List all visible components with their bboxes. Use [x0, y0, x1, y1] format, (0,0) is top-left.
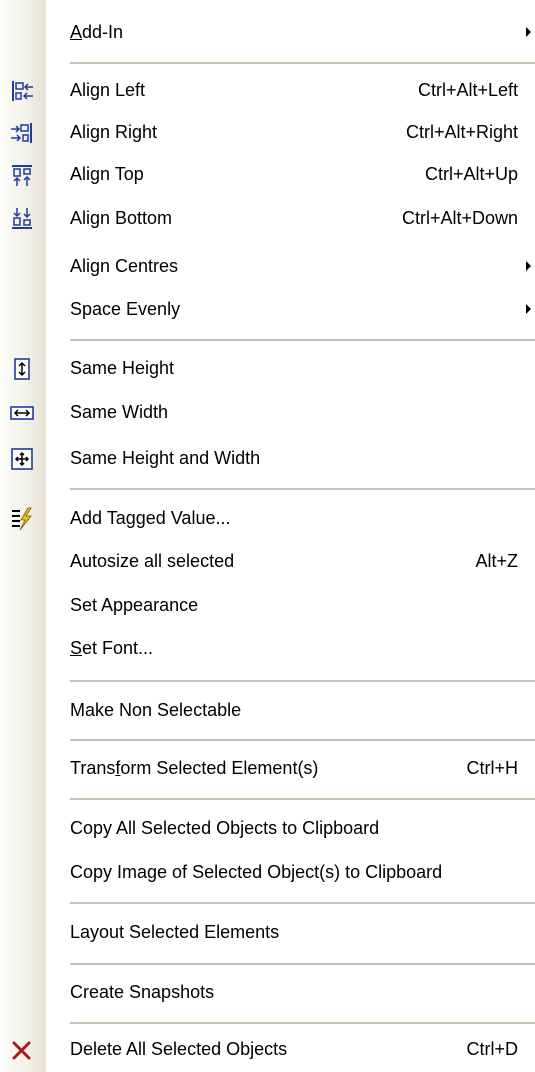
- menu-item-align-centres[interactable]: Align Centres: [0, 243, 535, 289]
- align-left-icon: [9, 78, 35, 104]
- menu-separator: [0, 1022, 535, 1024]
- menu-item-shortcut: Ctrl+Alt+Down: [401, 208, 518, 228]
- menu-item-shortcut: Ctrl+H: [466, 758, 518, 778]
- menu-item-add-in[interactable]: Add-In: [0, 9, 535, 55]
- menu-item-shortcut: Ctrl+Alt+Right: [405, 122, 518, 142]
- menu-item-label: Copy All Selected Objects to Clipboard: [70, 818, 380, 838]
- menu-item-align-bottom[interactable]: Align Bottom Ctrl+Alt+Down: [0, 195, 535, 241]
- align-right-icon: [9, 120, 35, 146]
- menu-separator: [0, 739, 535, 741]
- mnemonic-letter: S: [70, 638, 83, 658]
- menu-item-label: Align Centres: [70, 256, 179, 276]
- delete-x-icon: [9, 1037, 35, 1063]
- menu-item-set-appearance[interactable]: Set Appearance: [0, 582, 535, 628]
- menu-separator: [0, 902, 535, 904]
- menu-item-label: Set Font...: [70, 638, 154, 658]
- menu-item-label: Layout Selected Elements: [70, 922, 280, 942]
- menu-item-same-width[interactable]: Same Width: [0, 389, 535, 435]
- menu-separator: [0, 339, 535, 341]
- menu-separator: [0, 798, 535, 800]
- menu-item-shortcut: Alt+Z: [475, 551, 518, 571]
- menu-item-shortcut: Ctrl+Alt+Left: [417, 80, 518, 100]
- same-height-and-width-icon: [9, 446, 35, 472]
- menu-separator: [0, 488, 535, 490]
- submenu-arrow-icon: [526, 27, 531, 37]
- align-bottom-icon: [9, 206, 35, 232]
- menu-item-copy-image-of-selected-objects[interactable]: Copy Image of Selected Object(s) to Clip…: [0, 849, 535, 895]
- menu-item-label: Add Tagged Value...: [70, 508, 231, 528]
- diagram-context-menu: Add-In Align Left Ctrl+Alt+Left Align Ri…: [0, 0, 535, 1072]
- submenu-arrow-icon: [526, 261, 531, 271]
- tagged-value-icon: [9, 506, 35, 532]
- menu-item-label: Align Right: [70, 122, 158, 142]
- menu-item-label: Space Evenly: [70, 299, 181, 319]
- menu-item-label: Align Top: [70, 164, 144, 184]
- menu-item-label: Create Snapshots: [70, 982, 215, 1002]
- menu-item-label: Align Left: [70, 80, 146, 100]
- menu-item-make-non-selectable[interactable]: Make Non Selectable: [0, 687, 535, 733]
- menu-item-label: Same Width: [70, 402, 169, 422]
- menu-item-same-height[interactable]: Same Height: [0, 345, 535, 391]
- menu-item-label: Make Non Selectable: [70, 700, 242, 720]
- menu-item-label: Delete All Selected Objects: [70, 1039, 288, 1059]
- menu-item-add-tagged-value[interactable]: Add Tagged Value...: [0, 495, 535, 541]
- submenu-arrow-icon: [526, 304, 531, 314]
- menu-item-same-height-and-width[interactable]: Same Height and Width: [0, 435, 535, 481]
- menu-item-label: Same Height: [70, 358, 175, 378]
- menu-item-label: Align Bottom: [70, 208, 173, 228]
- same-width-icon: [9, 400, 35, 426]
- menu-item-label: Transform Selected Element(s): [70, 758, 319, 778]
- menu-item-create-snapshots[interactable]: Create Snapshots: [0, 969, 535, 1015]
- menu-item-shortcut: Ctrl+Alt+Up: [424, 164, 518, 184]
- menu-item-label: Autosize all selected: [70, 551, 235, 571]
- menu-item-set-font[interactable]: Set Font...: [0, 625, 535, 671]
- menu-item-align-right[interactable]: Align Right Ctrl+Alt+Right: [0, 109, 535, 155]
- menu-item-label: Add-In: [70, 22, 124, 42]
- menu-item-transform-selected-elements[interactable]: Transform Selected Element(s) Ctrl+H: [0, 745, 535, 791]
- menu-item-align-left[interactable]: Align Left Ctrl+Alt+Left: [0, 67, 535, 113]
- mnemonic-letter: A: [70, 22, 83, 42]
- menu-item-align-top[interactable]: Align Top Ctrl+Alt+Up: [0, 151, 535, 197]
- menu-separator: [0, 963, 535, 965]
- menu-separator: [0, 680, 535, 682]
- menu-separator: [0, 62, 535, 64]
- menu-item-autosize-all-selected[interactable]: Autosize all selected Alt+Z: [0, 538, 535, 584]
- menu-item-label: Set Appearance: [70, 595, 199, 615]
- same-height-icon: [9, 356, 35, 382]
- menu-item-label: Copy Image of Selected Object(s) to Clip…: [70, 862, 443, 882]
- menu-item-layout-selected-elements[interactable]: Layout Selected Elements: [0, 909, 535, 955]
- menu-item-label: Same Height and Width: [70, 448, 261, 468]
- menu-item-delete-all-selected-objects[interactable]: Delete All Selected Objects Ctrl+D: [0, 1026, 535, 1072]
- align-top-icon: [9, 162, 35, 188]
- menu-item-space-evenly[interactable]: Space Evenly: [0, 286, 535, 332]
- menu-item-shortcut: Ctrl+D: [466, 1039, 518, 1059]
- menu-item-copy-all-selected-objects[interactable]: Copy All Selected Objects to Clipboard: [0, 805, 535, 851]
